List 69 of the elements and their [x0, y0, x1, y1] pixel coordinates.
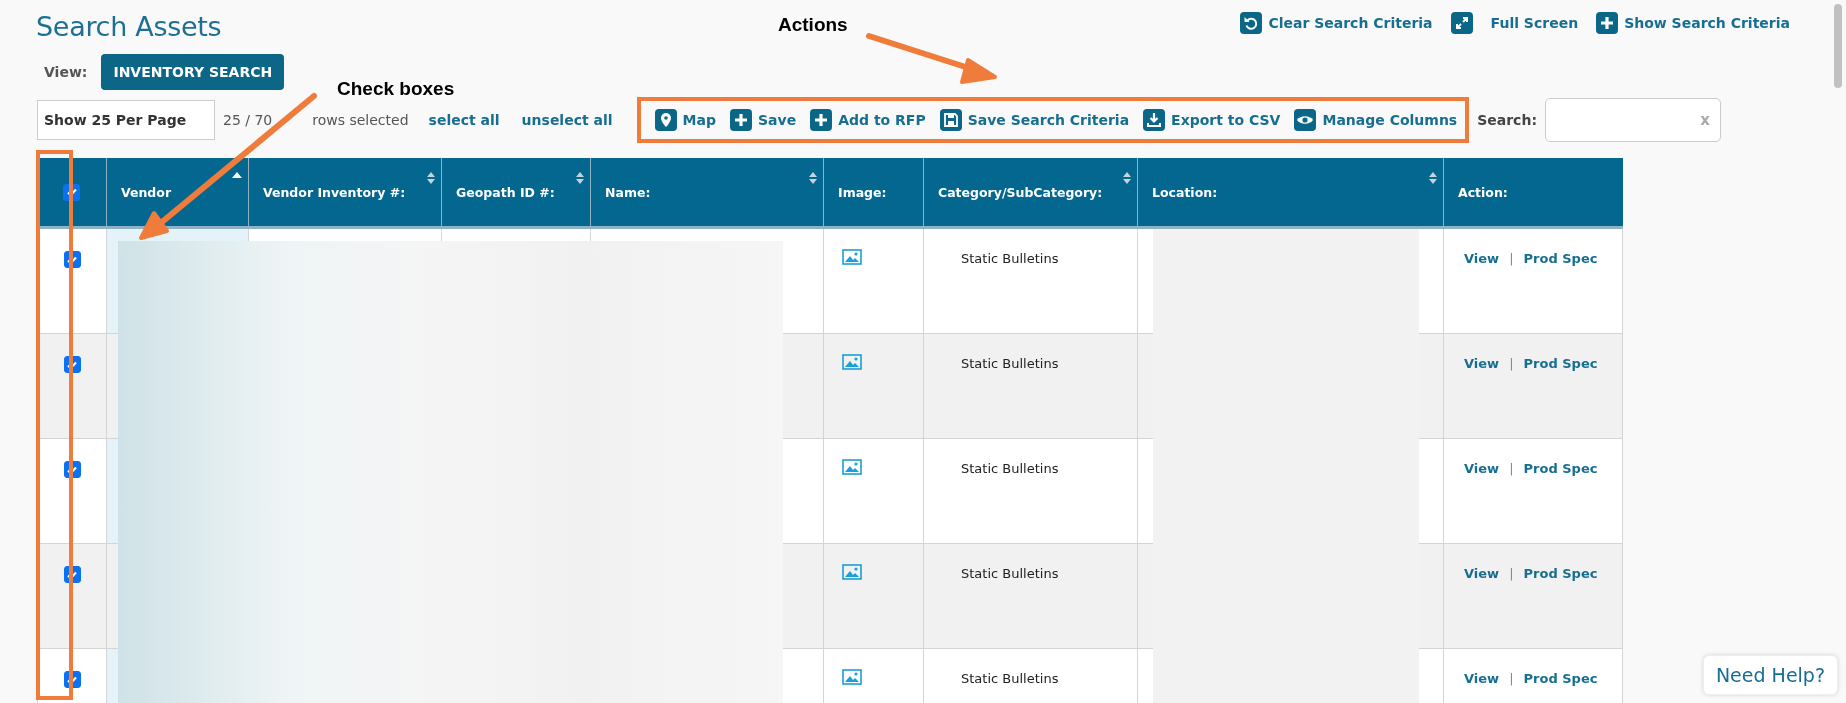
- view-button[interactable]: INVENTORY SEARCH: [101, 54, 285, 90]
- separator: |: [1509, 461, 1514, 476]
- action-link[interactable]: Save: [730, 109, 797, 131]
- prod-spec-link[interactable]: Prod Spec: [1523, 461, 1598, 476]
- toolbar-link[interactable]: Full Screen: [1450, 12, 1579, 34]
- image-icon[interactable]: [842, 669, 862, 685]
- table-cell: Static Bulletins: [961, 461, 1059, 476]
- column-header[interactable]: Action:: [1443, 158, 1623, 228]
- table-cell: Static Bulletins: [961, 671, 1059, 686]
- page-title: Search Assets: [36, 10, 222, 42]
- column-header[interactable]: Vendor: [106, 158, 249, 228]
- prod-spec-link[interactable]: Prod Spec: [1523, 566, 1598, 581]
- annotation-label: Actions: [778, 14, 848, 36]
- column-header[interactable]: Name:: [590, 158, 824, 228]
- sort-icon: [809, 172, 817, 184]
- column-header[interactable]: Location:: [1137, 158, 1444, 228]
- view-link[interactable]: View: [1464, 671, 1500, 686]
- sort-icon: [427, 172, 435, 184]
- separator: |: [1509, 566, 1514, 581]
- expand-icon: [1450, 12, 1473, 34]
- view-link[interactable]: View: [1464, 566, 1500, 581]
- prod-spec-link[interactable]: Prod Spec: [1523, 671, 1598, 686]
- action-link[interactable]: Add to RFP: [810, 109, 926, 131]
- page-size-select[interactable]: Show 25 Per Page: [37, 100, 215, 140]
- select-all-link[interactable]: select all: [428, 112, 500, 128]
- map-pin-icon: [654, 109, 677, 131]
- image-icon[interactable]: [842, 354, 862, 370]
- sort-icon: [576, 172, 584, 184]
- separator: |: [1509, 251, 1514, 266]
- view-link[interactable]: View: [1464, 356, 1500, 371]
- annotation-label: Check boxes: [337, 78, 455, 100]
- eye-icon: [1294, 109, 1317, 131]
- plus-icon: [1596, 12, 1619, 34]
- separator: |: [1509, 356, 1514, 371]
- table-cell: Static Bulletins: [961, 566, 1059, 581]
- unselect-all-link[interactable]: unselect all: [521, 112, 613, 128]
- column-header[interactable]: Geopath ID #:: [441, 158, 591, 228]
- column-header[interactable]: Vendor Inventory #:: [248, 158, 442, 228]
- help-button[interactable]: Need Help?: [1702, 655, 1838, 695]
- search-label: Search:: [1477, 112, 1537, 128]
- image-icon[interactable]: [842, 459, 862, 475]
- table-cell: Static Bulletins: [961, 251, 1059, 266]
- plus-icon: [810, 109, 833, 131]
- column-header[interactable]: Category/SubCategory:: [923, 158, 1138, 228]
- view-link[interactable]: View: [1464, 461, 1500, 476]
- view-link[interactable]: View: [1464, 251, 1500, 266]
- action-link[interactable]: Manage Columns: [1294, 109, 1458, 131]
- separator: |: [1509, 671, 1514, 686]
- column-header[interactable]: Image:: [823, 158, 924, 228]
- action-link[interactable]: Export to CSV: [1143, 109, 1281, 131]
- sort-icon: [1429, 172, 1437, 184]
- selection-count: 25 / 70: [223, 112, 273, 128]
- prod-spec-link[interactable]: Prod Spec: [1523, 356, 1598, 371]
- view-label: View:: [44, 64, 88, 80]
- scrollbar[interactable]: [1834, 4, 1842, 88]
- action-link[interactable]: Map: [654, 109, 716, 131]
- prod-spec-link[interactable]: Prod Spec: [1523, 251, 1598, 266]
- sort-up-icon: [232, 172, 242, 178]
- sort-icon: [1123, 172, 1131, 184]
- action-link[interactable]: Save Search Criteria: [939, 109, 1130, 131]
- toolbar-link[interactable]: Clear Search Criteria: [1240, 12, 1433, 34]
- table-cell: Static Bulletins: [961, 356, 1059, 371]
- image-icon[interactable]: [842, 249, 862, 265]
- plus-icon: [730, 109, 752, 131]
- toolbar-link[interactable]: Show Search Criteria: [1596, 12, 1790, 34]
- download-icon: [1143, 109, 1166, 131]
- undo-icon: [1240, 12, 1263, 34]
- image-icon[interactable]: [842, 564, 862, 580]
- selection-label: rows selected: [312, 112, 409, 128]
